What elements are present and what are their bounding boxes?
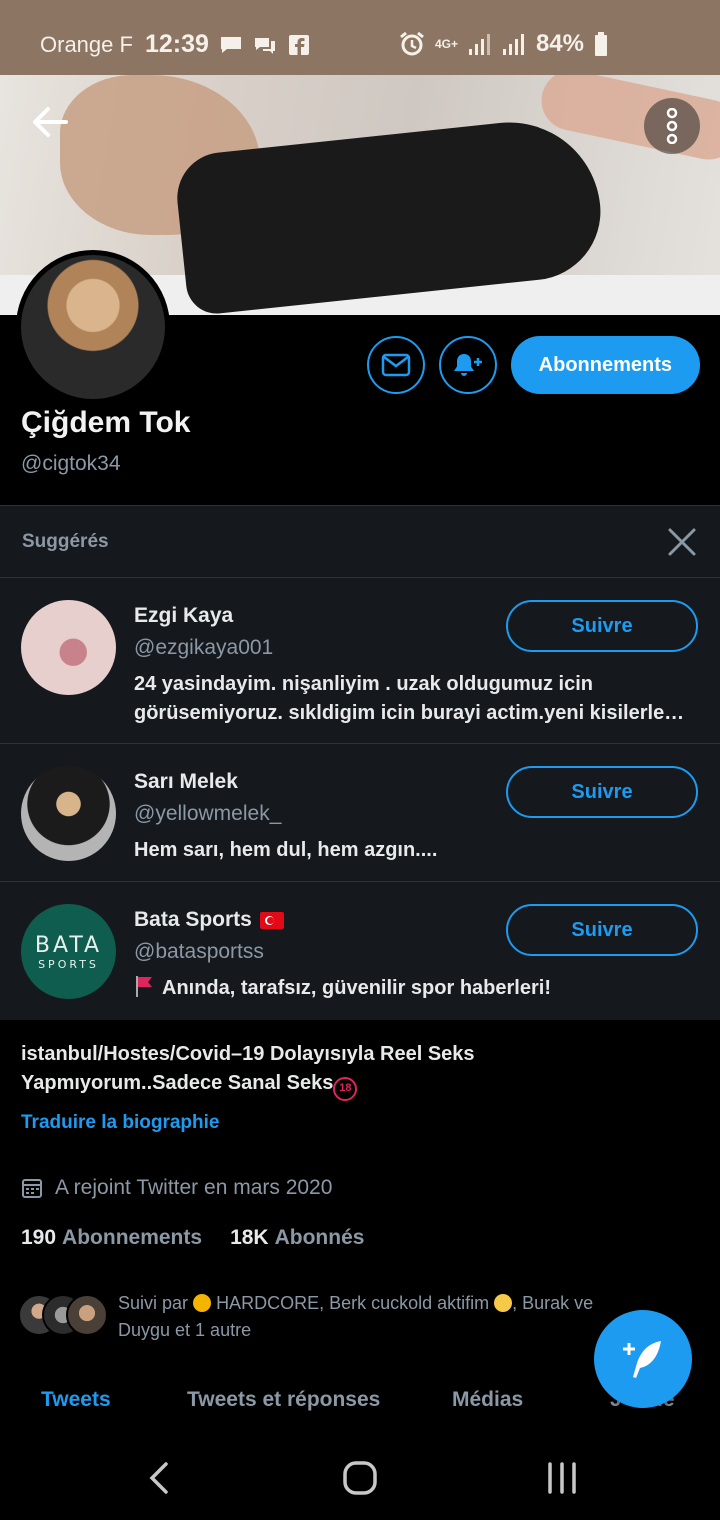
red-flag-icon [136, 976, 152, 997]
suggestion-name[interactable]: Bata Sports [134, 908, 284, 932]
suggestion-name[interactable]: Ezgi Kaya [134, 604, 233, 628]
suggestion-item[interactable]: BATA SPORTS Bata Sports @batasportss Anı… [0, 882, 720, 1020]
subscriptions-button[interactable]: Abonnements [510, 336, 700, 394]
system-nav-bar [0, 1430, 720, 1520]
suggestion-name-text: Bata Sports [134, 908, 252, 931]
following-label: Abonnements [62, 1226, 203, 1249]
following-stat[interactable]: 190 Abonnements [21, 1226, 202, 1250]
battery-icon [595, 32, 607, 56]
facebook-icon [288, 34, 309, 55]
translate-bio-link[interactable]: Traduire la biographie [21, 1112, 220, 1134]
compose-tweet-button[interactable] [594, 1310, 692, 1408]
network-type: 4G+ [434, 37, 458, 51]
suggestion-avatar[interactable] [21, 600, 116, 695]
battery-percent: 84% [535, 30, 584, 57]
followers-count: 18K [230, 1226, 269, 1249]
suggested-title: Suggérés [22, 530, 109, 552]
following-count: 190 [21, 1226, 57, 1249]
suggestion-bio-line: 24 yasindayim. nişanliyim . uzak oldugum… [134, 673, 594, 695]
calendar-icon [22, 1179, 42, 1198]
nav-home-icon[interactable] [340, 1458, 380, 1498]
follow-button[interactable]: Suivre [506, 766, 698, 818]
dizzy-emoji-icon [193, 1294, 212, 1312]
clock: 12:39 [144, 30, 209, 58]
suggestion-bio-line: görüsemiyoruz. sıkldigim icin burayi act… [134, 702, 685, 724]
follow-button[interactable]: Suivre [506, 904, 698, 956]
suggestion-handle: @ezgikaya001 [134, 636, 274, 659]
followers-stat[interactable]: 18K Abonnés [230, 1226, 364, 1250]
tab-media[interactable]: Médias [452, 1388, 523, 1412]
suggested-accounts: Suggérés Ezgi Kaya @ezgikaya001 24 yasin… [0, 505, 720, 1020]
adult-18-icon: 18 [333, 1076, 358, 1101]
profile-handle: @cigtok34 [21, 452, 121, 475]
signal-icon [468, 34, 490, 55]
follow-stats: 190 Abonnements 18K Abonnés [21, 1226, 364, 1250]
joined-date: A rejoint Twitter en mars 2020 [21, 1176, 332, 1200]
compose-tweet-icon [623, 1341, 661, 1378]
tab-tweets[interactable]: Tweets [41, 1388, 111, 1412]
nav-recents-icon[interactable] [542, 1458, 582, 1498]
back-arrow-icon[interactable] [28, 100, 72, 144]
wink-emoji-icon [494, 1294, 513, 1312]
followed-by-names: HARDCORE, Berk cuckold aktifim [216, 1293, 490, 1313]
suggestion-avatar[interactable] [21, 766, 116, 861]
display-name: Çiğdem Tok [21, 406, 191, 439]
notifications-button[interactable] [438, 336, 497, 394]
profile-bio: istanbul/Hostes/Covid–19 Dolayısıyla Ree… [21, 1040, 701, 1101]
followers-label: Abonnés [274, 1226, 365, 1249]
bata-logo-text: BATA [34, 932, 103, 958]
suggestion-bio: Hem sarı, hem dul, hem azgın.... [134, 839, 438, 861]
carrier-name: Orange F [40, 31, 133, 57]
bata-logo-subtext: SPORTS [38, 957, 99, 971]
suggestion-bio-text: Anında, tarafsız, güvenilir spor haberle… [162, 977, 551, 999]
more-options-button[interactable] [644, 98, 700, 154]
bio-line: istanbul/Hostes/Covid–19 Dolayısıyla Ree… [21, 1043, 475, 1065]
alarm-icon [400, 32, 424, 56]
followed-by-prefix: Suivi par [118, 1293, 189, 1313]
mail-icon [381, 353, 410, 377]
signal-icon-2 [502, 34, 524, 55]
more-vertical-icon [666, 108, 678, 144]
suggestion-item[interactable]: Sarı Melek @yellowmelek_ Hem sarı, hem d… [0, 744, 720, 882]
chat-icon [254, 37, 275, 54]
joined-text: A rejoint Twitter en mars 2020 [55, 1176, 333, 1199]
suggestion-handle: @batasportss [134, 940, 264, 963]
bio-line: Yapmıyorum..Sadece Sanal Seks [21, 1072, 334, 1094]
status-bar: Orange F 12:39 4G+ 84% [0, 0, 720, 75]
nav-back-icon[interactable] [140, 1458, 180, 1498]
bell-plus-icon [453, 354, 482, 376]
suggestion-name[interactable]: Sarı Melek [134, 770, 238, 794]
followed-by-text: Suivi par HARDCORE, Berk cuckold aktifim… [118, 1290, 678, 1344]
turkey-flag-icon [259, 911, 284, 929]
suggestion-avatar[interactable]: BATA SPORTS [21, 904, 116, 999]
suggested-header: Suggérés [0, 506, 720, 578]
message-button[interactable] [366, 336, 425, 394]
followed-by-rest: , Burak ve [512, 1293, 594, 1313]
suggestion-item[interactable]: Ezgi Kaya @ezgikaya001 24 yasindayim. ni… [0, 578, 720, 744]
followed-by-avatars [18, 1294, 110, 1338]
suggestion-bio: Anında, tarafsız, güvenilir spor haberle… [134, 974, 700, 1003]
follow-button[interactable]: Suivre [506, 600, 698, 652]
suggestion-handle: @yellowmelek_ [134, 802, 282, 825]
profile-avatar[interactable] [16, 250, 170, 404]
suggestion-bio: 24 yasindayim. nişanliyim . uzak oldugum… [134, 670, 700, 728]
profile-actions: Abonnements [366, 336, 700, 394]
tab-tweets-replies[interactable]: Tweets et réponses [187, 1388, 380, 1412]
followed-by-line2: Duygu et 1 autre [118, 1320, 252, 1340]
close-icon[interactable] [666, 526, 698, 558]
message-icon [220, 36, 241, 53]
avatar [66, 1294, 108, 1336]
